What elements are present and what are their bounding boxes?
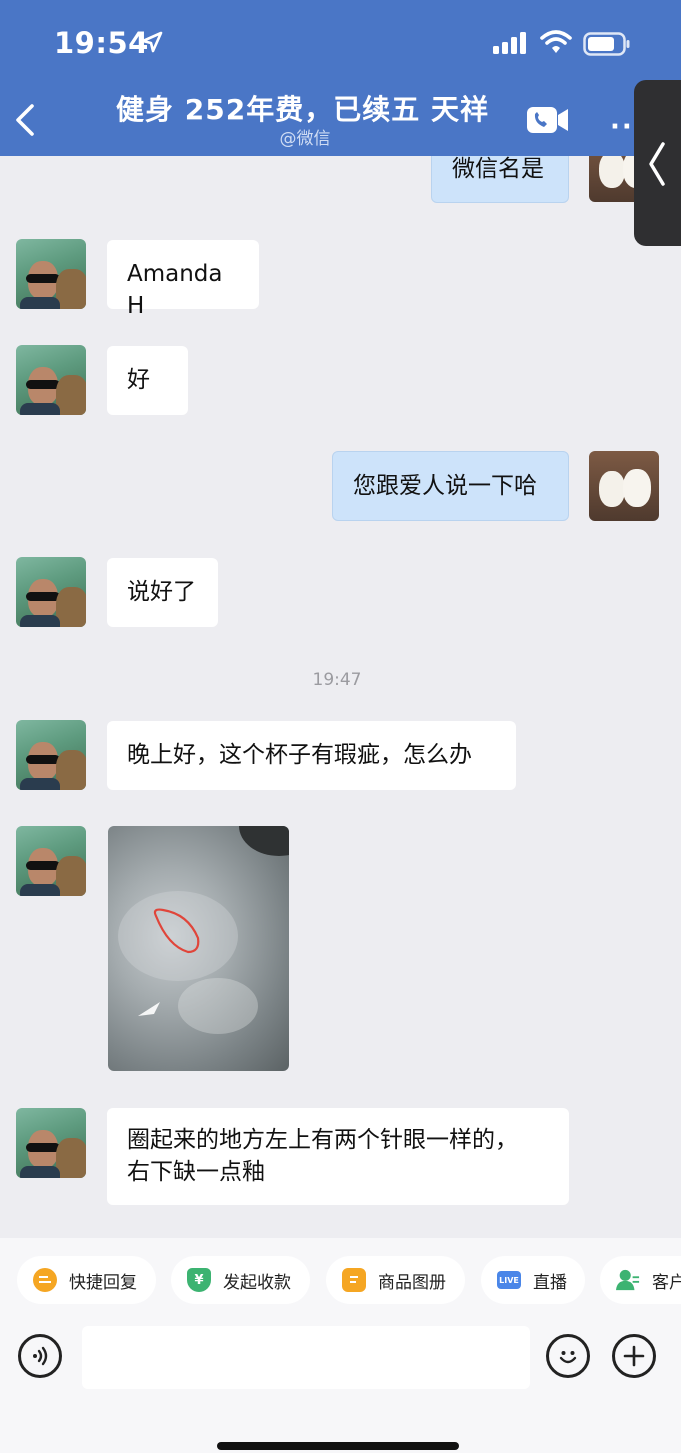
live-stream-chip[interactable]: LIVE 直播 (481, 1256, 585, 1304)
battery-icon (583, 32, 630, 56)
voice-input-button[interactable] (18, 1334, 62, 1378)
contact-avatar[interactable] (16, 720, 86, 790)
yuan-icon: ¥ (187, 1268, 211, 1292)
message-bubble-outgoing[interactable]: 您跟爱人说一下哈 (332, 451, 569, 521)
more-options-icon[interactable]: ·· (610, 112, 634, 142)
contact-avatar[interactable] (16, 826, 86, 896)
status-time: 19:54 (54, 26, 149, 60)
chat-title: 健身 252年费，已续五 天祥 (116, 93, 489, 126)
call-icon[interactable] (526, 105, 570, 135)
image-message[interactable] (108, 826, 289, 1071)
more-functions-button[interactable] (612, 1334, 656, 1378)
catalog-icon (342, 1268, 366, 1292)
customer-chip[interactable]: 客户 (600, 1256, 681, 1304)
chip-label: 直播 (533, 1272, 567, 1293)
message-text: 晚上好，这个杯子有瑕疵，怎么办 (127, 742, 472, 768)
message-bubble-incoming[interactable]: 好 (107, 346, 188, 415)
live-icon: LIVE (497, 1271, 521, 1289)
chat-timestamp: 19:47 (312, 670, 362, 690)
emoji-icon (559, 1351, 577, 1364)
start-payment-chip[interactable]: ¥ 发起收款 (171, 1256, 310, 1304)
quick-reply-chip[interactable]: 快捷回复 (17, 1256, 156, 1304)
chip-label: 商品图册 (378, 1272, 446, 1293)
contact-avatar[interactable] (16, 557, 86, 627)
message-text: 微信名是 (452, 156, 544, 182)
message-bubble-incoming[interactable]: 说好了 (107, 558, 218, 627)
message-bubble-incoming[interactable]: Amanda H (107, 240, 259, 319)
plus-icon (623, 1345, 645, 1367)
message-input-bar (0, 1322, 681, 1453)
message-text-line: 圈起来的地方左上有两个针眼一样的， (127, 1127, 518, 1153)
side-panel-handle[interactable] (634, 80, 681, 246)
quick-actions-bar[interactable]: 快捷回复 ¥ 发起收款 商品图册 LIVE 直播 客户 (0, 1238, 681, 1322)
chip-label: 客户 (652, 1272, 681, 1293)
location-arrow-icon (141, 31, 163, 53)
wifi-icon (540, 30, 572, 53)
message-input[interactable] (82, 1326, 530, 1389)
emoji-button[interactable] (546, 1334, 590, 1378)
message-text: 说好了 (127, 579, 196, 605)
chevron-left-icon (649, 142, 665, 186)
my-avatar[interactable] (589, 451, 659, 521)
message-bubble-incoming[interactable]: 晚上好，这个杯子有瑕疵，怎么办 (107, 721, 516, 790)
chip-label: 发起收款 (223, 1272, 291, 1293)
contact-avatar[interactable] (16, 345, 86, 415)
chat-subtitle: @微信 (279, 129, 331, 149)
chat-header: 19:54 健身 252年费，已续五 天祥 @微信 ·· (0, 0, 681, 156)
message-text-line: 右下缺一点釉 (127, 1159, 265, 1185)
contact-avatar[interactable] (16, 1108, 86, 1178)
chat-messages[interactable]: 微信名是 Amanda H 好 您跟爱人说一下哈 说好了 19:47 晚上好，这… (0, 156, 681, 1238)
customer-icon (616, 1268, 640, 1292)
cellular-signal-icon (493, 32, 526, 54)
voice-icon (33, 1346, 48, 1366)
message-bubble-incoming[interactable]: 圈起来的地方左上有两个针眼一样的， 右下缺一点釉 (107, 1108, 569, 1205)
message-text: 您跟爱人说一下哈 (353, 473, 537, 499)
contact-avatar[interactable] (16, 239, 86, 309)
quick-reply-icon (33, 1268, 57, 1292)
message-bubble-outgoing[interactable]: 微信名是 (431, 156, 569, 203)
product-catalog-chip[interactable]: 商品图册 (326, 1256, 465, 1304)
message-text: Amanda H (127, 261, 223, 319)
chip-label: 快捷回复 (69, 1272, 137, 1293)
home-indicator[interactable] (217, 1442, 459, 1450)
message-text: 好 (127, 367, 150, 393)
